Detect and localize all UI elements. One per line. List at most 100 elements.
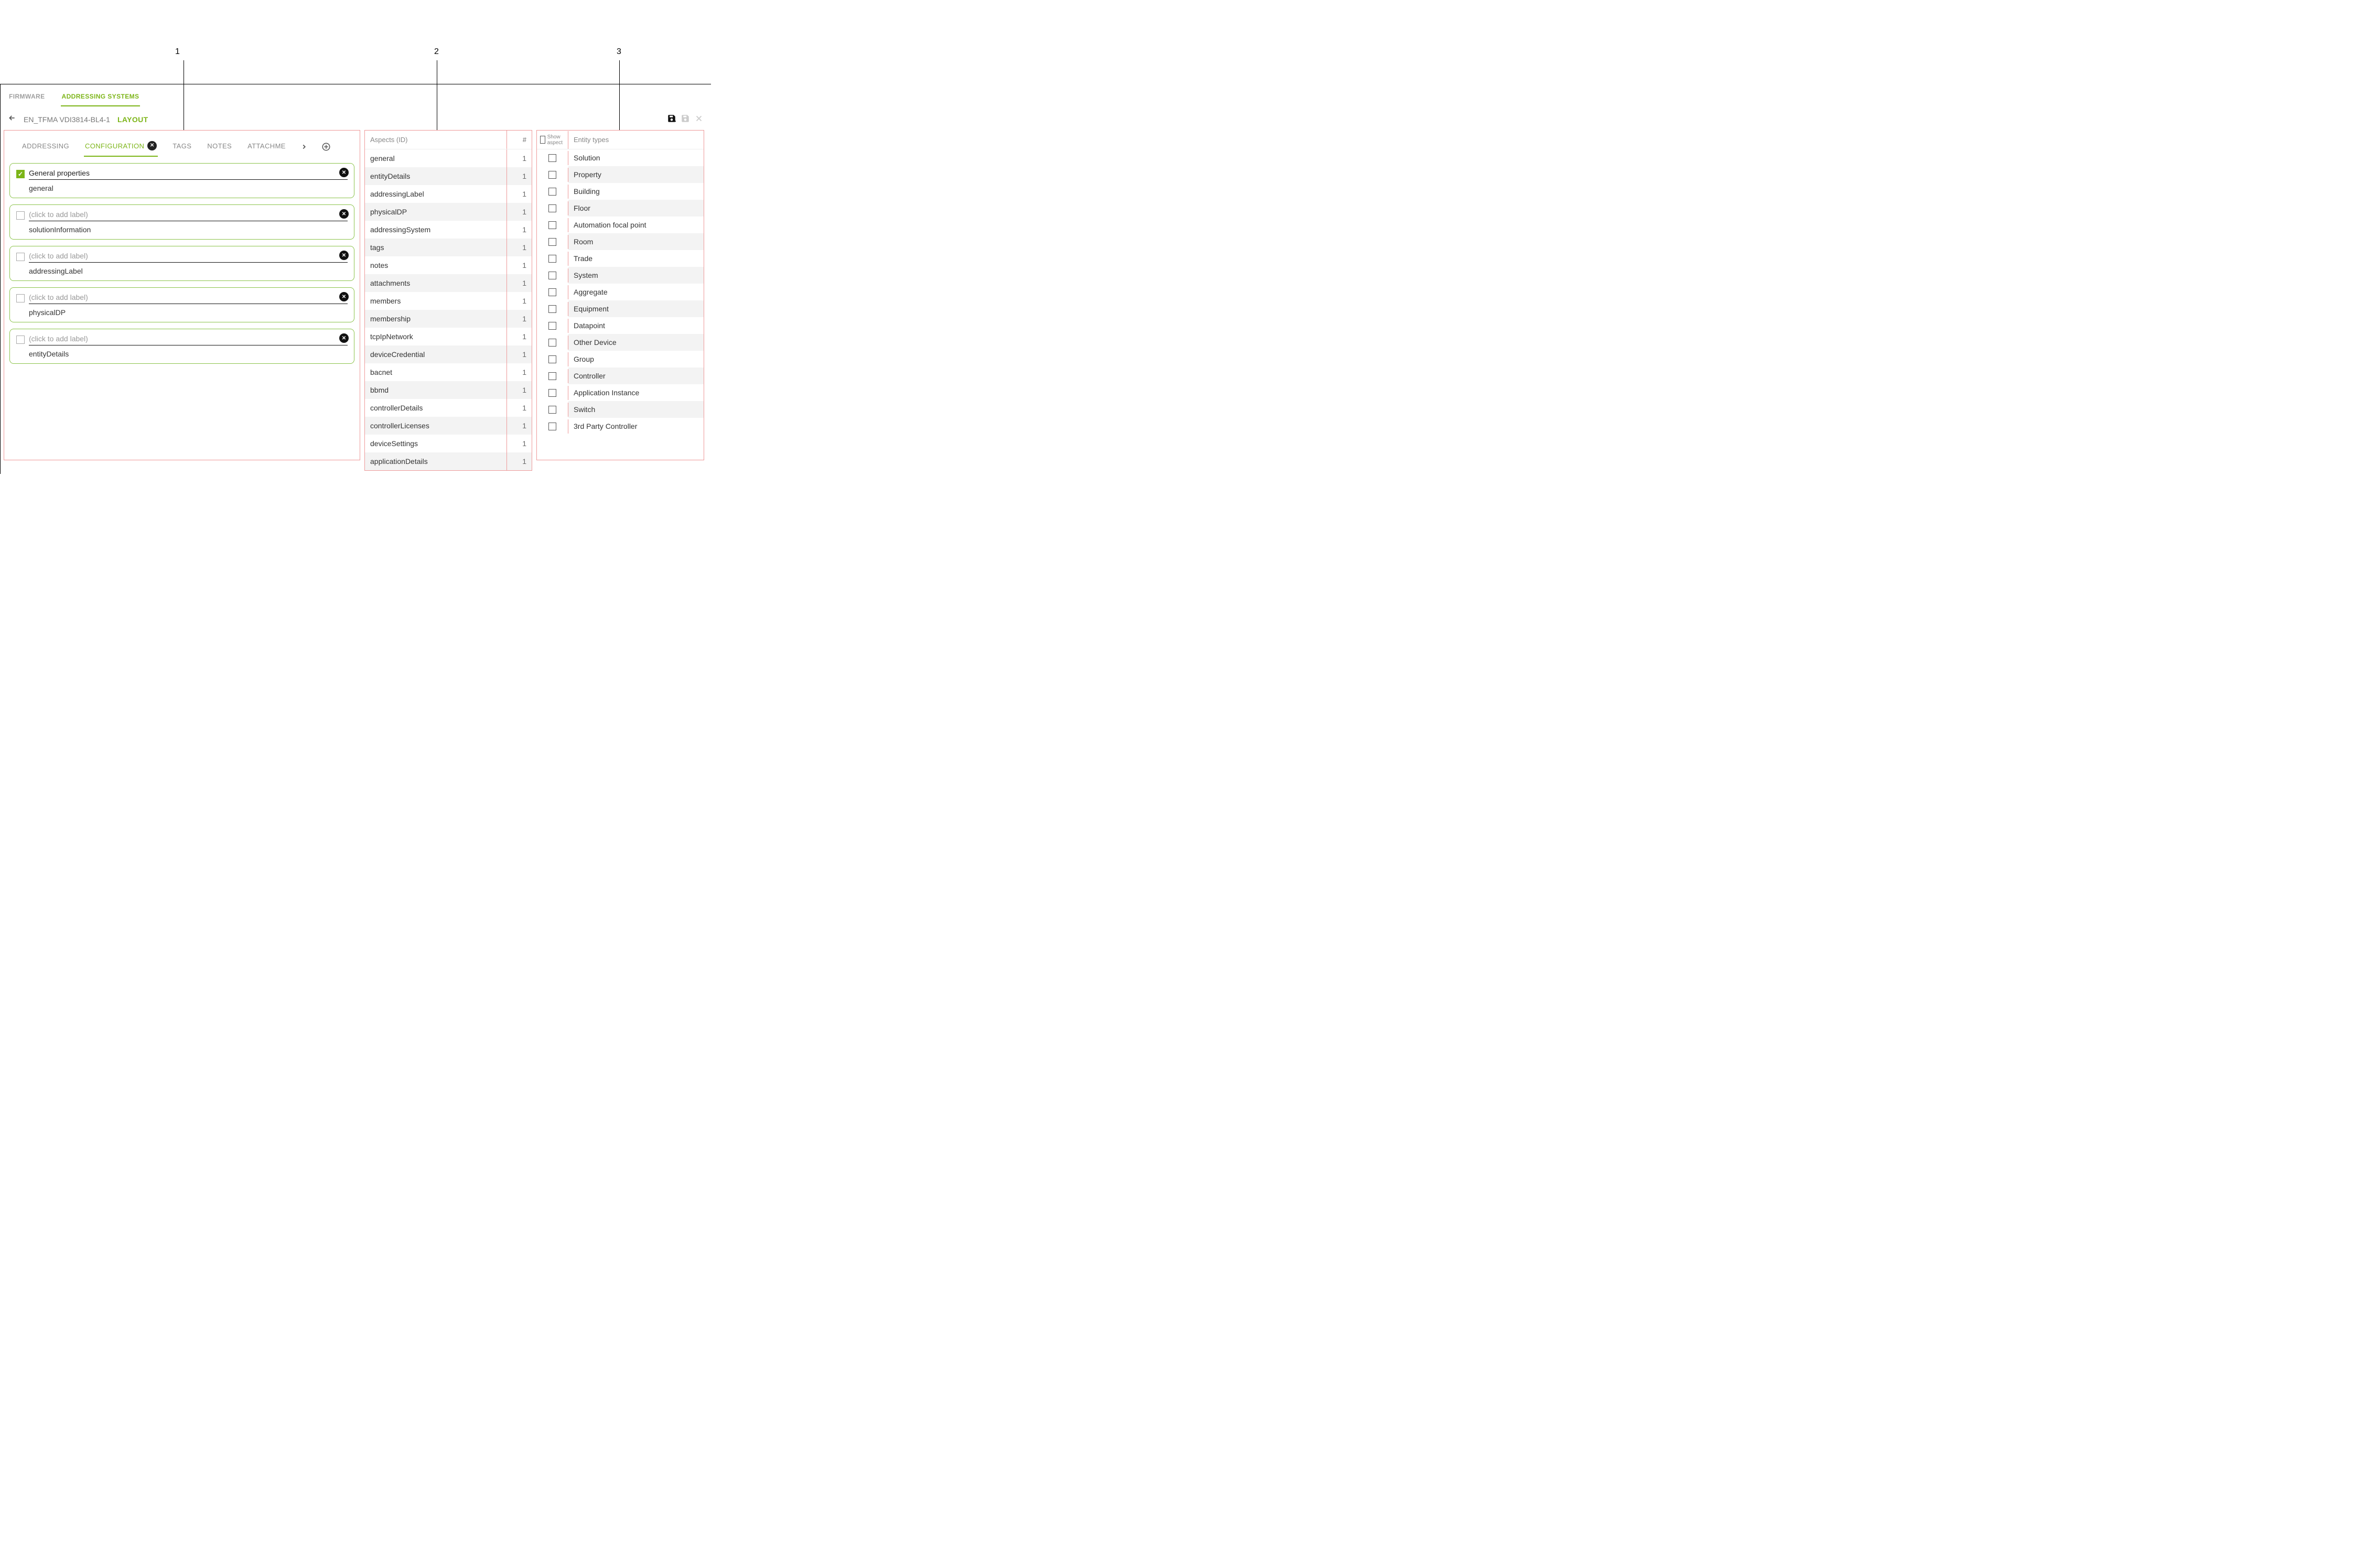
entity-checkbox[interactable] <box>548 154 556 162</box>
aspect-id: notes <box>365 256 506 274</box>
entity-type-label[interactable]: Floor <box>568 200 704 217</box>
aspect-row[interactable]: controllerLicenses1 <box>365 417 532 435</box>
entity-type-label[interactable]: Controller <box>568 367 704 384</box>
card-checkbox[interactable] <box>16 211 25 220</box>
subtab-configuration[interactable]: CONFIGURATION <box>84 137 158 157</box>
card-checkbox[interactable] <box>16 170 25 178</box>
entity-type-label[interactable]: Trade <box>568 250 704 267</box>
aspect-row[interactable]: members1 <box>365 292 532 310</box>
entity-checkbox[interactable] <box>548 389 556 397</box>
aspect-row[interactable]: attachments1 <box>365 274 532 292</box>
card-close-icon[interactable] <box>339 333 349 343</box>
card-checkbox[interactable] <box>16 336 25 344</box>
entity-type-label[interactable]: Other Device <box>568 334 704 351</box>
entity-type-label[interactable]: System <box>568 267 704 284</box>
card-label-input[interactable]: (click to add label) <box>29 251 348 263</box>
aspect-count: 1 <box>506 149 532 168</box>
add-tab-icon[interactable] <box>321 142 331 152</box>
entity-checkbox[interactable] <box>548 272 556 279</box>
aspects-header-id: Aspects (ID) <box>365 131 506 149</box>
entity-row: 3rd Party Controller <box>537 418 704 435</box>
entity-type-label[interactable]: 3rd Party Controller <box>568 418 704 435</box>
entity-type-label[interactable]: Datapoint <box>568 317 704 334</box>
tab-firmware[interactable]: FIRMWARE <box>8 90 46 106</box>
back-arrow-icon[interactable] <box>8 114 16 125</box>
entity-checkbox[interactable] <box>548 339 556 347</box>
aspect-id: attachments <box>365 274 506 292</box>
subtab-notes[interactable]: NOTES <box>206 138 233 156</box>
aspect-row[interactable]: deviceSettings1 <box>365 435 532 452</box>
aspect-row[interactable]: general1 <box>365 149 532 168</box>
entity-type-label[interactable]: Solution <box>568 149 704 166</box>
entity-checkbox[interactable] <box>548 322 556 330</box>
close-tab-icon[interactable] <box>147 141 157 150</box>
subtab-tags[interactable]: TAGS <box>171 138 192 156</box>
entity-type-label[interactable]: Property <box>568 166 704 183</box>
close-icon[interactable] <box>694 114 704 125</box>
breadcrumb-path[interactable]: EN_TFMA VDI3814-BL4-1 <box>24 115 110 124</box>
entity-type-label[interactable]: Group <box>568 351 704 367</box>
config-card: (click to add label)entityDetails <box>9 329 354 364</box>
aspect-row[interactable]: controllerDetails1 <box>365 399 532 417</box>
chevron-right-icon[interactable] <box>300 143 308 150</box>
subtab-attachments[interactable]: ATTACHME <box>246 138 287 156</box>
aspect-count: 1 <box>506 185 532 203</box>
entity-row: Datapoint <box>537 317 704 334</box>
entity-type-label[interactable]: Equipment <box>568 300 704 317</box>
aspect-row[interactable]: physicalDP1 <box>365 203 532 221</box>
aspect-id: bbmd <box>365 381 506 399</box>
show-aspect-all-checkbox[interactable] <box>540 136 545 144</box>
entity-checkbox[interactable] <box>548 188 556 196</box>
save-icon[interactable] <box>681 114 690 125</box>
entity-checkbox[interactable] <box>548 372 556 380</box>
entity-checkbox[interactable] <box>548 221 556 229</box>
entity-type-label[interactable]: Switch <box>568 401 704 418</box>
aspect-row[interactable]: entityDetails1 <box>365 167 532 185</box>
aspect-row[interactable]: applicationDetails1 <box>365 452 532 470</box>
entity-checkbox[interactable] <box>548 406 556 414</box>
entity-type-label[interactable]: Aggregate <box>568 284 704 300</box>
entity-checkbox[interactable] <box>548 305 556 313</box>
card-close-icon[interactable] <box>339 209 349 219</box>
card-checkbox[interactable] <box>16 253 25 261</box>
aspect-count: 1 <box>506 435 532 452</box>
aspect-row[interactable]: addressingLabel1 <box>365 185 532 203</box>
aspect-row[interactable]: membership1 <box>365 310 532 328</box>
tab-addressing-systems[interactable]: ADDRESSING SYSTEMS <box>61 90 141 106</box>
save-edit-icon[interactable] <box>667 114 676 125</box>
card-close-icon[interactable] <box>339 251 349 260</box>
callout-1: 1 <box>175 47 180 57</box>
card-close-icon[interactable] <box>339 168 349 177</box>
card-label-input[interactable]: (click to add label) <box>29 292 348 304</box>
card-label-input[interactable]: (click to add label) <box>29 209 348 221</box>
card-label-input[interactable]: General properties <box>29 168 348 180</box>
entity-checkbox[interactable] <box>548 204 556 212</box>
entity-checkbox[interactable] <box>548 171 556 179</box>
entity-checkbox[interactable] <box>548 288 556 296</box>
subtab-addressing[interactable]: ADDRESSING <box>21 138 70 156</box>
aspect-row[interactable]: addressingSystem1 <box>365 221 532 239</box>
card-label-input[interactable]: (click to add label) <box>29 333 348 345</box>
entity-type-label[interactable]: Application Instance <box>568 384 704 401</box>
panel-configuration: ADDRESSING CONFIGURATION TAGS NOTES ATTA… <box>4 130 360 460</box>
aspect-row[interactable]: notes1 <box>365 256 532 274</box>
entity-checkbox[interactable] <box>548 355 556 363</box>
card-sublabel: addressingLabel <box>16 263 348 275</box>
aspect-row[interactable]: deviceCredential1 <box>365 345 532 363</box>
card-close-icon[interactable] <box>339 292 349 301</box>
entity-type-label[interactable]: Building <box>568 183 704 200</box>
entity-type-label[interactable]: Automation focal point <box>568 217 704 233</box>
aspect-row[interactable]: bacnet1 <box>365 363 532 381</box>
card-checkbox[interactable] <box>16 294 25 302</box>
entity-type-label[interactable]: Room <box>568 233 704 250</box>
aspect-id: general <box>365 149 506 168</box>
breadcrumb-layout[interactable]: LAYOUT <box>117 115 148 124</box>
aspect-row[interactable]: tcpIpNetwork1 <box>365 328 532 345</box>
entity-checkbox[interactable] <box>548 238 556 246</box>
aspect-row[interactable]: bbmd1 <box>365 381 532 399</box>
aspect-row[interactable]: tags1 <box>365 239 532 256</box>
aspect-id: addressingSystem <box>365 221 506 239</box>
callout-annotations: 1 2 3 <box>0 0 711 84</box>
entity-checkbox[interactable] <box>548 255 556 263</box>
entity-checkbox[interactable] <box>548 423 556 430</box>
